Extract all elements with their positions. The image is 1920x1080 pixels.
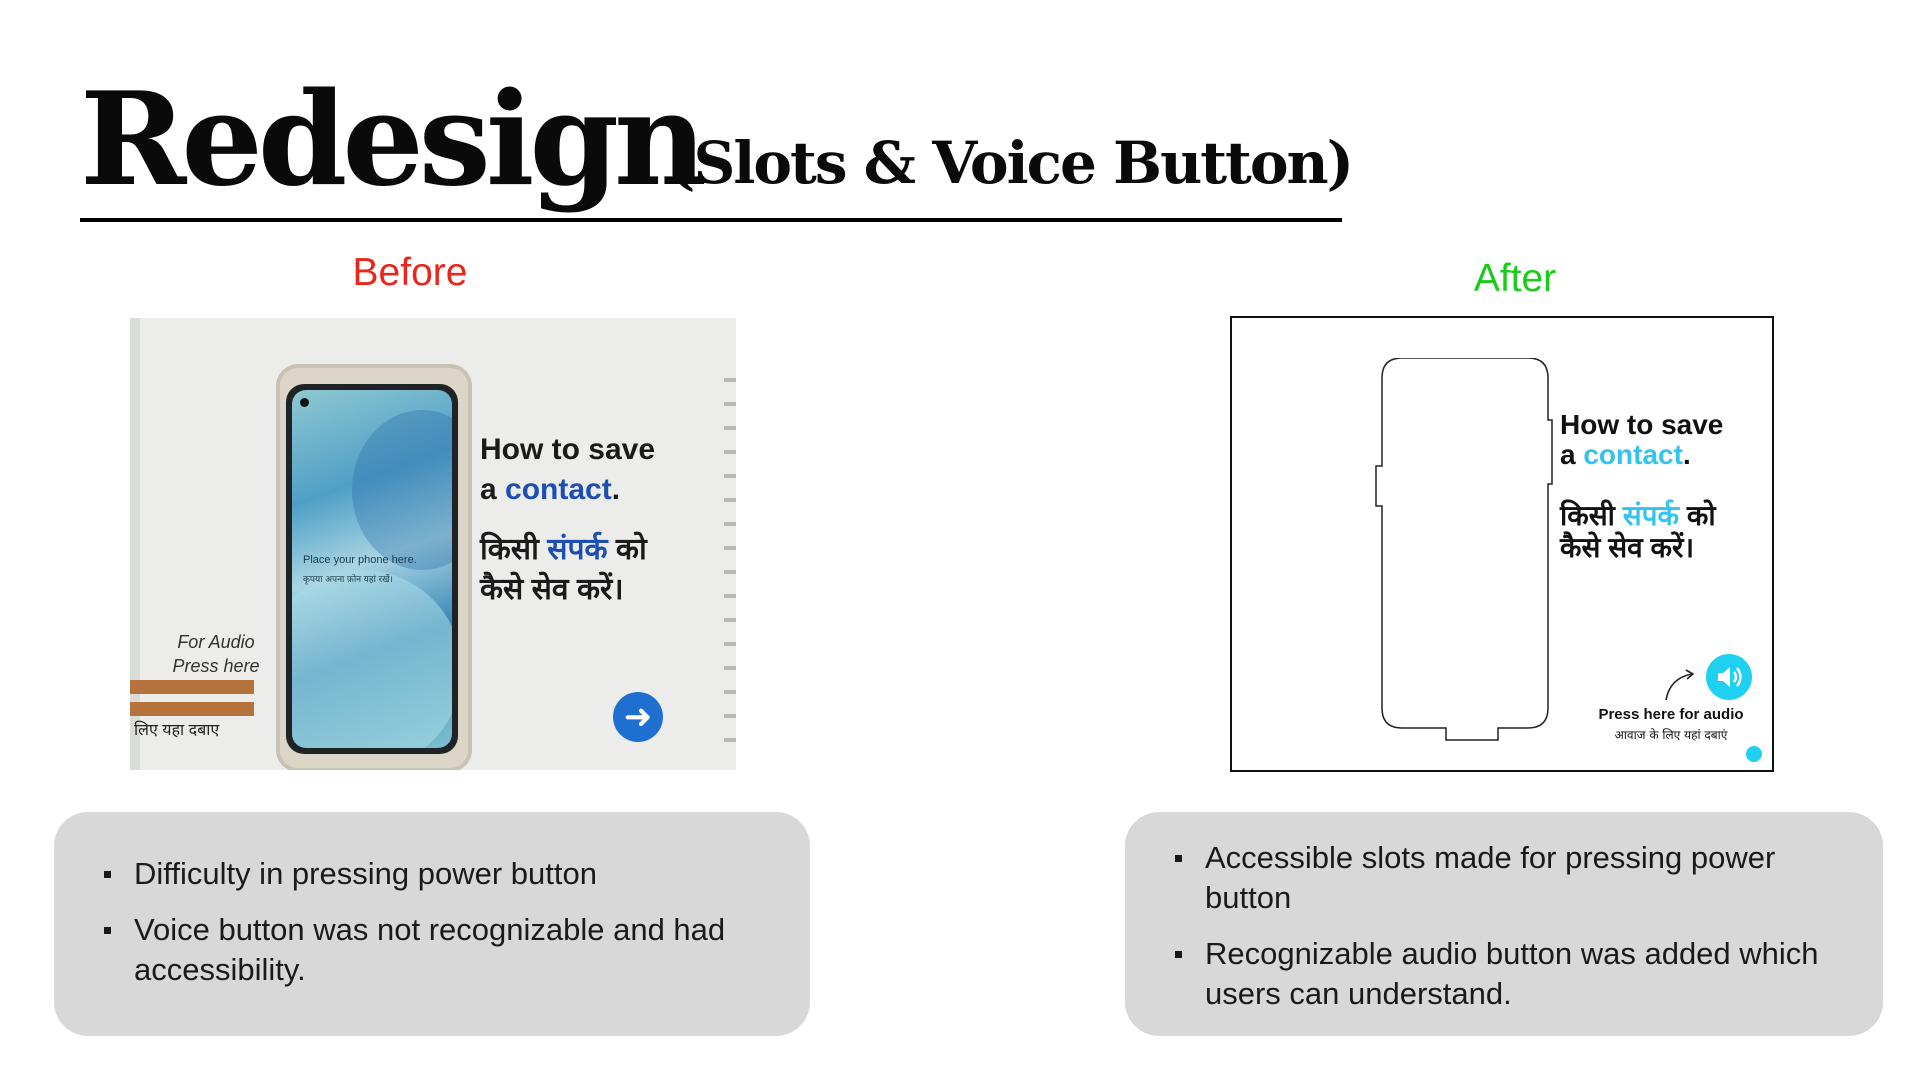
binder-rings: [724, 358, 736, 758]
heading-prefix: a: [1560, 439, 1584, 470]
before-notes-list: Difficulty in pressing power button Voic…: [104, 854, 744, 1006]
heading-prefix: a: [480, 473, 506, 506]
hindi-prefix: किसी: [1560, 500, 1623, 531]
tape-strip: [130, 702, 254, 716]
screen-instruction-en: Place your phone here.: [303, 554, 417, 566]
after-heading: How to save a contact.: [1560, 410, 1723, 470]
hindi-highlight: संपर्क: [1622, 500, 1680, 531]
phone-slot-outline: [1375, 358, 1553, 741]
after-label: After: [1473, 257, 1557, 300]
after-heading-line2: a contact.: [1560, 440, 1723, 470]
hindi-highlight: संपर्क: [547, 533, 608, 566]
before-notes-panel: Difficulty in pressing power button Voic…: [54, 812, 810, 1036]
heading-highlight: contact: [505, 473, 612, 506]
wallpaper-swirl: [292, 570, 452, 748]
before-heading: How to save a contact.: [480, 430, 655, 510]
page-indicator-dot: [1746, 746, 1762, 762]
handwritten-hindi: लिए यहा दबाए: [134, 722, 220, 739]
curved-arrow-icon: [1665, 669, 1695, 701]
list-item: Difficulty in pressing power button: [104, 854, 744, 894]
list-item: Voice button was not recognizable and ha…: [104, 910, 744, 990]
after-mockup: How to save a contact. किसी संपर्क को कै…: [1230, 316, 1774, 772]
after-notes-panel: Accessible slots made for pressing power…: [1125, 812, 1883, 1036]
list-item: Recognizable audio button was added whic…: [1175, 934, 1855, 1014]
camera-icon: [300, 398, 309, 407]
screen-instruction-hi: कृपया अपना फ़ोन यहां रखें।: [303, 574, 393, 584]
page-subtitle: (Slots & Voice Button): [668, 129, 1354, 197]
handwritten-audio-note: For Audio Press here: [146, 630, 286, 678]
speaker-icon[interactable]: [1706, 654, 1752, 700]
audio-label-hi: आवाज के लिए यहां दबाएं: [1614, 728, 1728, 742]
before-photo: Place your phone here. कृपया अपना फ़ोन य…: [130, 318, 736, 770]
before-label: Before: [352, 251, 468, 294]
before-heading-line2: a contact.: [480, 470, 655, 510]
hindi-prefix: किसी: [480, 533, 548, 566]
arrow-right-icon: ➜: [613, 692, 663, 742]
after-heading-line1: How to save: [1560, 409, 1724, 440]
title-block: Redesign (Slots & Voice Button): [80, 58, 1354, 222]
page-title: Redesign: [80, 65, 707, 215]
after-notes-list: Accessible slots made for pressing power…: [1175, 838, 1855, 1030]
phone-screen: [292, 390, 452, 748]
wallpaper-swirl: [352, 410, 452, 570]
handwritten-line2: Press here: [172, 656, 260, 676]
title-underline: [80, 218, 1342, 222]
speaker-glyph: [1718, 667, 1742, 687]
before-heading-line1: How to save: [480, 433, 656, 466]
heading-highlight: contact: [1583, 439, 1683, 470]
audio-label-en: Press here for audio: [1598, 706, 1744, 723]
tape-strip: [130, 680, 254, 694]
heading-suffix: .: [611, 473, 621, 506]
heading-suffix: .: [1682, 439, 1691, 470]
after-hindi-heading: किसी संपर्क को कैसे सेव करें।: [1560, 500, 1760, 564]
before-hindi-heading: किसी संपर्क को कैसे सेव करें।: [480, 530, 680, 610]
list-item: Accessible slots made for pressing power…: [1175, 838, 1855, 918]
handwritten-line1: For Audio: [177, 632, 255, 652]
